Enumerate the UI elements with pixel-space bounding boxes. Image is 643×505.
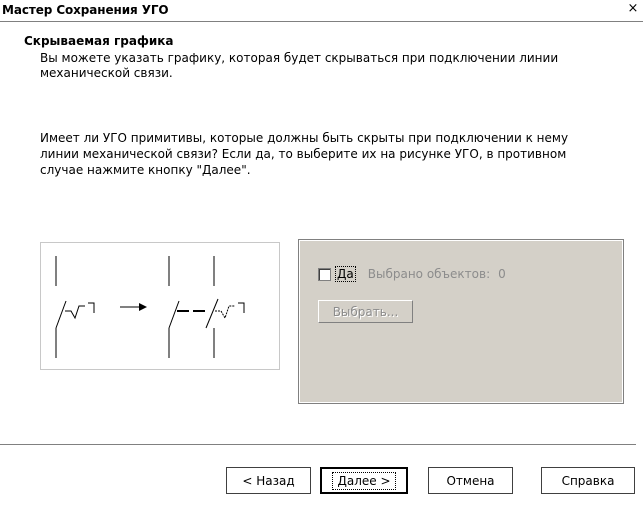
- yes-checkbox-row: Да Выбрано объектов: 0: [318, 266, 506, 282]
- wizard-footer: < Назад Далее > Отмена Справка: [0, 444, 643, 505]
- select-objects-button[interactable]: Выбрать...: [318, 300, 413, 323]
- question-text: Имеет ли УГО примитивы, которые должны б…: [40, 131, 569, 177]
- yes-checkbox-label[interactable]: Да: [335, 266, 356, 282]
- next-button[interactable]: Далее >: [320, 467, 408, 494]
- wizard-window: Мастер Сохранения УГО × Скрываемая графи…: [0, 0, 643, 505]
- footer-divider: [0, 444, 636, 446]
- wizard-header: Скрываемая графика Вы можете указать гра…: [0, 22, 643, 116]
- yes-checkbox[interactable]: [318, 267, 331, 281]
- switch-symbol-diagram: [55, 256, 245, 358]
- back-button[interactable]: < Назад: [226, 467, 311, 494]
- selected-objects-count: 0: [498, 267, 506, 281]
- window-title: Мастер Сохранения УГО: [2, 3, 169, 17]
- close-icon[interactable]: ×: [626, 2, 640, 17]
- title-bar: Мастер Сохранения УГО ×: [0, 0, 643, 22]
- next-button-label: Далее >: [332, 471, 396, 490]
- page-description: Вы можете указать графику, которая будет…: [40, 51, 559, 80]
- hidden-graphics-group: Да Выбрано объектов: 0 Выбрать...: [298, 239, 624, 404]
- page-title: Скрываемая графика: [24, 34, 174, 48]
- selected-objects-label: Выбрано объектов:: [367, 267, 491, 281]
- wizard-body: Имеет ли УГО примитивы, которые должны б…: [0, 114, 643, 444]
- help-button[interactable]: Справка: [541, 467, 635, 494]
- symbol-preview-image: [40, 242, 280, 370]
- cancel-button[interactable]: Отмена: [428, 467, 513, 494]
